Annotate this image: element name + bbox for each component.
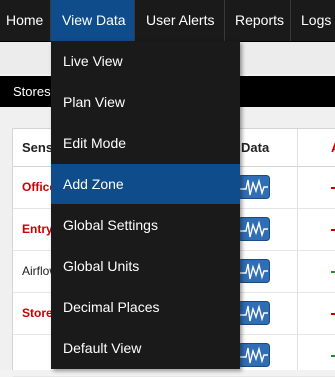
nav-item-logs[interactable]: Logs <box>291 0 335 41</box>
top-navigation-bar: Home View Data User Alerts Reports Logs <box>0 0 335 42</box>
menu-item-default-view[interactable]: Default View <box>51 328 240 368</box>
stores-link[interactable]: Stores <box>13 76 51 107</box>
nav-item-view-data[interactable]: View Data <box>51 0 134 41</box>
menu-item-plan-view[interactable]: Plan View <box>51 82 240 122</box>
trend-indicator <box>331 229 335 231</box>
trend-indicator <box>331 187 335 189</box>
menu-item-decimal-places[interactable]: Decimal Places <box>51 287 240 327</box>
sensor-name[interactable]: Store <box>22 293 53 334</box>
trend-indicator <box>331 355 335 357</box>
nav-item-reports[interactable]: Reports <box>225 0 290 41</box>
graph-chart-icon[interactable] <box>238 259 270 283</box>
graph-chart-icon[interactable] <box>238 217 270 241</box>
trend-indicator <box>331 313 335 315</box>
column-header-extra[interactable]: A <box>331 129 335 167</box>
graph-chart-icon[interactable] <box>238 301 270 325</box>
nav-item-home[interactable]: Home <box>0 0 46 41</box>
column-header-data[interactable]: Data <box>241 129 301 167</box>
nav-item-user-alerts[interactable]: User Alerts <box>135 0 224 41</box>
menu-item-live-view[interactable]: Live View <box>51 41 240 81</box>
menu-item-edit-mode[interactable]: Edit Mode <box>51 123 240 163</box>
graph-chart-icon[interactable] <box>238 343 270 367</box>
trend-indicator <box>331 271 335 273</box>
menu-item-global-settings[interactable]: Global Settings <box>51 205 240 245</box>
sensor-name[interactable]: Entry <box>22 209 53 250</box>
menu-item-global-units[interactable]: Global Units <box>51 246 240 286</box>
menu-item-add-zone[interactable]: Add Zone <box>51 164 240 204</box>
view-data-dropdown-menu: Live View Plan View Edit Mode Add Zone G… <box>51 41 240 369</box>
graph-chart-icon[interactable] <box>238 175 270 199</box>
